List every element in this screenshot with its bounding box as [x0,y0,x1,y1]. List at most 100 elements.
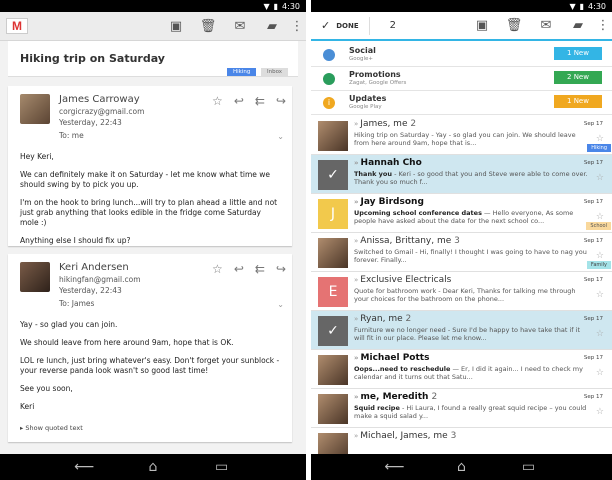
importance-marker-icon: » [354,354,359,362]
message-date: Sep 17 [583,277,603,283]
delete-icon[interactable]: 🗑 [498,18,530,33]
star-icon[interactable]: ☆ [596,290,604,300]
back-icon[interactable]: ⟵ [381,459,409,475]
label-inbox[interactable]: Inbox [261,68,289,76]
message-label: Hiking [587,144,611,152]
move-to-folder-icon[interactable]: ▰ [562,18,594,33]
star-icon[interactable]: ☆ [596,368,604,378]
archive-icon[interactable]: ▣ [466,18,498,33]
category-row-social[interactable]: Social Google+ 1 New [311,43,612,67]
body-paragraph: LOL re lunch, just bring whatever's easy… [20,356,280,375]
overflow-menu-icon[interactable]: ⋮ [594,18,612,33]
importance-marker-icon: » [354,393,359,401]
body-paragraph: We can definitely make it on Saturday - … [20,170,271,189]
snippet-text: Switched to Gmail - Hi, finally! I thoug… [354,248,587,264]
new-count-badge: 1 New [554,47,602,60]
recipients[interactable]: To: me [59,131,84,140]
avatar[interactable] [318,121,348,151]
selected-check-icon[interactable]: ✓ [318,160,348,190]
star-icon[interactable]: ☆ [596,173,604,183]
star-icon[interactable]: ☆ [596,407,604,417]
message-actions: ☆ ↩ ⇇ ↪ [212,262,286,276]
done-label: DONE [336,21,359,30]
selected-check-icon[interactable]: ✓ [318,316,348,346]
message-list-item[interactable]: E » Exclusive Electricals Quote for bathroo… [311,272,612,311]
sender-name[interactable]: James Carroway [59,94,140,105]
show-quoted-label: Show quoted text [25,424,83,432]
message-snippet: Oops...need to reschedule — Er, I did it… [354,365,590,381]
chevron-down-icon[interactable]: ⌄ [277,300,284,309]
avatar[interactable]: E [318,277,348,307]
show-quoted-text[interactable]: ▸ Show quoted text [20,424,83,432]
delete-icon[interactable]: 🗑 [192,19,224,34]
message-sender: » Anissa, Brittany, me 3 [354,236,460,246]
category-row-promotions[interactable]: Promotions Zagat, Google Offers 2 New [311,67,612,91]
reply-icon[interactable]: ↩ [234,262,244,276]
message-list-item[interactable]: » me, Meredith 2 Squid recipe - Hi Laura, … [311,389,612,428]
recent-apps-icon[interactable]: ▭ [515,459,543,475]
sender-name[interactable]: Keri Andersen [59,262,129,273]
label-hiking[interactable]: Hiking [227,68,257,76]
category-subtitle: Google Play [349,104,382,110]
archive-icon[interactable]: ▣ [160,19,192,34]
star-icon[interactable]: ☆ [596,134,604,144]
importance-marker-icon: » [354,315,359,323]
forward-icon[interactable]: ↪ [276,94,286,108]
chevron-down-icon[interactable]: ⌄ [277,132,284,141]
wifi-icon: ▼ [263,1,270,11]
sender-names: Jay Birdsong [360,197,424,207]
message-sender: » Hannah Cho [354,158,422,168]
star-icon[interactable]: ☆ [596,251,604,261]
selected-count: 2 [389,20,396,31]
message-list-item[interactable]: » Michael Potts Oops...need to reschedule … [311,350,612,389]
avatar[interactable]: J [318,199,348,229]
wifi-icon: ▼ [569,1,576,11]
message-snippet: Quote for bathroom work - Dear Keri, Tha… [354,287,590,303]
star-icon[interactable]: ☆ [596,212,604,222]
body-paragraph: We should leave from here around 9am, ho… [20,338,234,347]
star-icon[interactable]: ☆ [596,329,604,339]
home-icon[interactable]: ⌂ [139,459,167,475]
recipients[interactable]: To: James [59,299,94,308]
sender-email: corgicrazy@gmail.com [59,107,145,116]
forward-icon[interactable]: ↪ [276,262,286,276]
reply-all-icon[interactable]: ⇇ [255,94,265,108]
sender-names: Michael Potts [360,353,430,363]
importance-marker-icon: » [354,237,359,245]
avatar[interactable] [20,94,50,124]
message-list-item[interactable]: ✓ » Hannah Cho Thank you - Keri - so good t… [311,155,612,194]
avatar[interactable] [318,238,348,268]
message-date: Sep 17 [583,316,603,322]
message-sender: » Michael, James, me 3 [354,431,456,441]
avatar[interactable] [318,394,348,424]
avatar[interactable] [318,355,348,385]
star-icon[interactable]: ☆ [212,262,223,276]
mark-unread-icon[interactable]: ✉ [224,19,256,34]
message-label: Family [586,261,611,269]
message-list-item[interactable]: » Anissa, Brittany, me 3 Switched to Gmail… [311,233,612,272]
message-list-item[interactable]: J » Jay Birdsong Upcoming school conference… [311,194,612,233]
category-subtitle: Zagat, Google Offers [349,80,407,86]
back-icon[interactable]: ⟵ [70,459,98,475]
person-group-icon [323,49,335,61]
star-icon[interactable]: ☆ [212,94,223,108]
recent-apps-icon[interactable]: ▭ [208,459,236,475]
overflow-menu-icon[interactable]: ⋮ [288,19,306,34]
avatar[interactable] [20,262,50,292]
category-subtitle: Google+ [349,56,374,62]
snippet-text: Furniture we no longer need - Sure I'd b… [354,326,580,342]
reply-icon[interactable]: ↩ [234,94,244,108]
move-to-folder-icon[interactable]: ▰ [256,19,288,34]
gmail-logo-icon[interactable]: M [6,18,28,34]
category-row-updates[interactable]: i Updates Google Play 1 New [311,91,612,115]
mark-read-icon[interactable]: ✉ [530,18,562,33]
message-list-item[interactable]: ✓ » Ryan, me 2 Furniture we no longer need … [311,311,612,350]
message-card: Keri Andersen hikingfan@gmail.com Yester… [8,254,292,442]
reply-all-icon[interactable]: ⇇ [255,262,265,276]
sender-names: Michael, James, me [360,431,448,441]
body-paragraph: See you soon, [20,384,73,393]
thread-count: 3 [450,431,457,441]
message-list-item[interactable]: » James, me 2 Hiking trip on Saturday - Ya… [311,116,612,155]
home-icon[interactable]: ⌂ [448,459,476,475]
done-button[interactable]: ✓ DONE [321,19,359,32]
